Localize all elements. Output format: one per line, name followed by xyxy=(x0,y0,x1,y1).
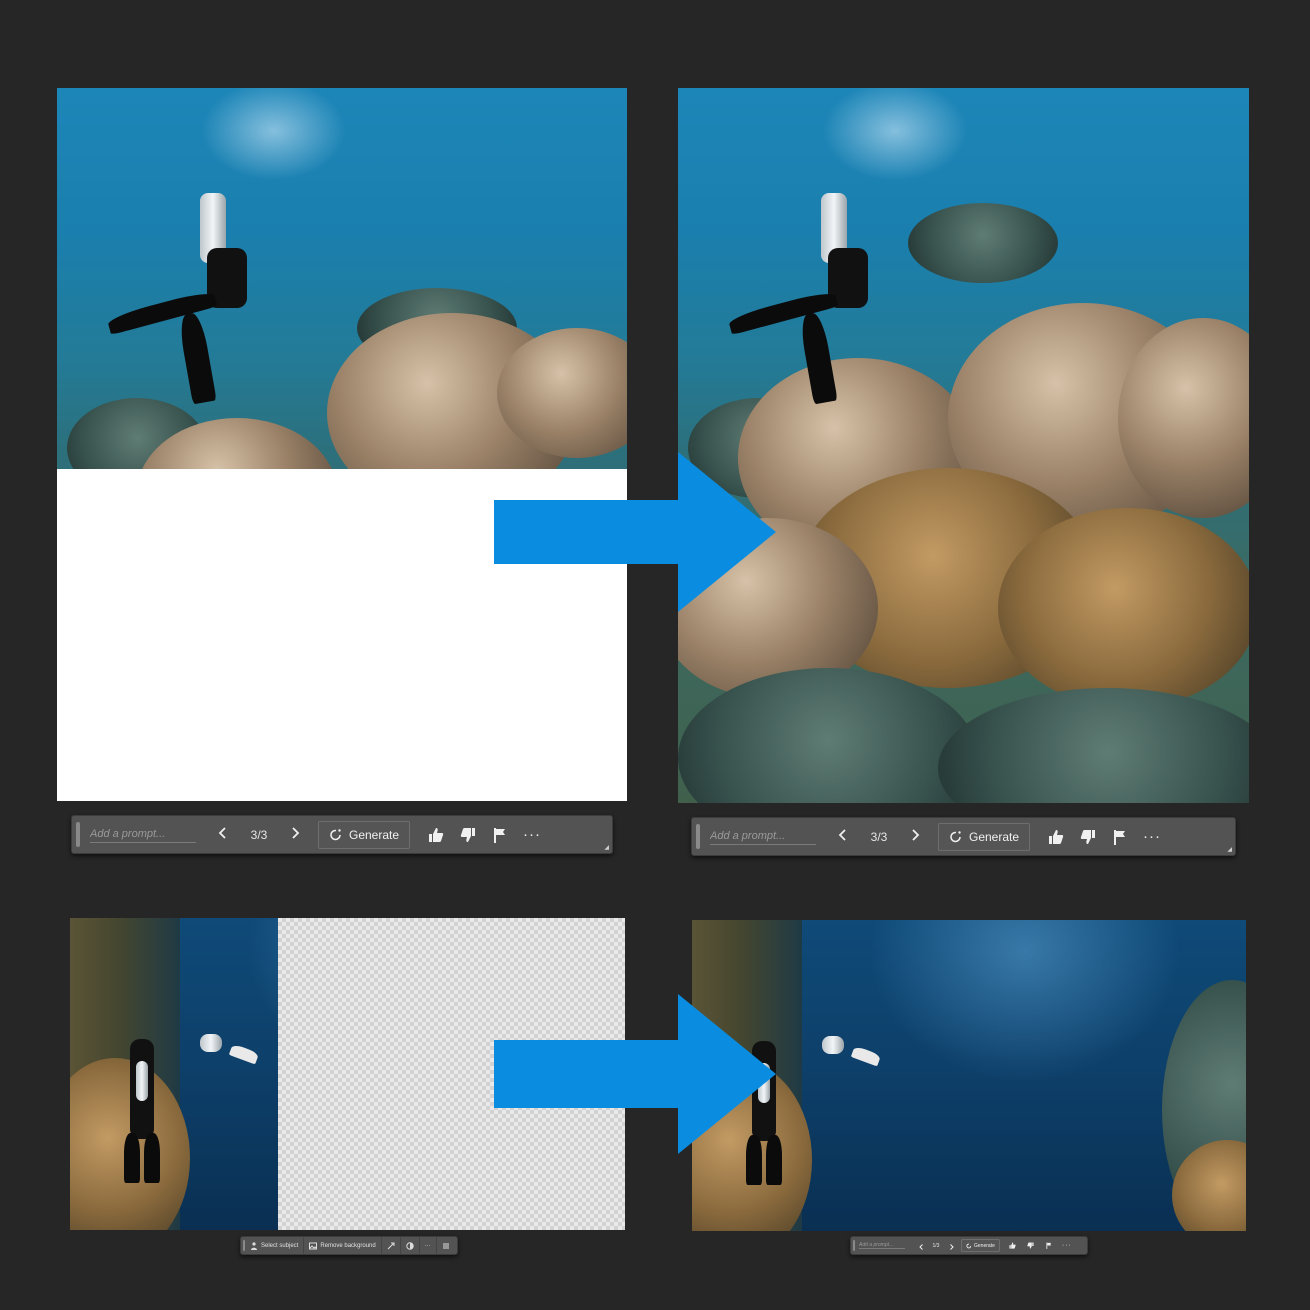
diver xyxy=(727,188,958,405)
thumbs-up-button[interactable] xyxy=(1040,829,1072,845)
adjustment-icon xyxy=(406,1241,414,1250)
more-options-button[interactable]: ··· xyxy=(516,826,548,843)
diver xyxy=(812,1030,892,1090)
drag-handle[interactable] xyxy=(76,821,80,848)
next-variation-button[interactable] xyxy=(902,828,928,845)
report-button[interactable] xyxy=(484,827,516,843)
original-image-top xyxy=(57,88,627,801)
thumbs-down-button[interactable] xyxy=(1072,829,1104,845)
adjustment-button[interactable] xyxy=(401,1237,420,1254)
chevron-right-icon xyxy=(912,829,920,841)
transform-button[interactable] xyxy=(382,1237,401,1254)
chevron-right-icon xyxy=(292,827,300,839)
contextual-taskbar-selection: Select subject Remove background ··· xyxy=(240,1236,458,1255)
prompt-input[interactable] xyxy=(859,1242,905,1249)
drag-handle[interactable] xyxy=(696,823,700,850)
image-icon xyxy=(309,1242,318,1249)
chevron-right-icon xyxy=(949,1244,954,1250)
transform-icon xyxy=(387,1242,395,1249)
corner-indicator: ◢ xyxy=(604,845,609,851)
remove-background-label: Remove background xyxy=(320,1242,376,1249)
thumbs-up-icon xyxy=(1009,1242,1017,1249)
report-button[interactable] xyxy=(1104,829,1136,845)
prompt-input[interactable] xyxy=(710,828,816,845)
flag-icon xyxy=(1046,1242,1052,1249)
previous-variation-button[interactable] xyxy=(830,828,856,845)
select-subject-button[interactable]: Select subject xyxy=(245,1237,305,1254)
next-variation-button[interactable] xyxy=(945,1237,957,1254)
remove-background-button[interactable]: Remove background xyxy=(304,1237,382,1254)
thumbs-up-button[interactable] xyxy=(1004,1242,1022,1249)
thumbs-down-icon xyxy=(1027,1242,1034,1249)
more-options-button[interactable]: ··· xyxy=(1058,1242,1076,1249)
contextual-taskbar: 3/3 Generate ··· ◢ xyxy=(691,817,1236,856)
previous-variation-button[interactable] xyxy=(210,826,236,843)
coral xyxy=(938,688,1249,803)
thumbs-down-button[interactable] xyxy=(1022,1242,1040,1249)
list-icon xyxy=(442,1243,449,1248)
chevron-left-icon xyxy=(218,827,226,839)
settings-button[interactable] xyxy=(437,1237,455,1254)
flag-icon xyxy=(1114,829,1126,845)
generate-icon xyxy=(966,1243,972,1248)
more-options-button[interactable]: ··· xyxy=(1136,828,1168,845)
arrow-right-icon xyxy=(494,452,776,612)
contextual-taskbar: 1/3 Generate ··· xyxy=(850,1236,1088,1255)
thumbs-down-icon xyxy=(460,827,476,842)
thumbs-up-icon xyxy=(429,827,444,842)
generate-button[interactable]: Generate xyxy=(938,822,1031,851)
report-button[interactable] xyxy=(1040,1242,1058,1249)
select-subject-label: Select subject xyxy=(261,1242,299,1249)
person-icon xyxy=(251,1241,257,1250)
corner-indicator: ◢ xyxy=(1227,847,1232,853)
flag-icon xyxy=(494,827,506,843)
generate-button[interactable]: Generate xyxy=(318,820,411,849)
coral xyxy=(998,508,1249,708)
thumbs-up-button[interactable] xyxy=(420,827,452,843)
prompt-input[interactable] xyxy=(90,826,196,843)
thumbs-down-button[interactable] xyxy=(452,827,484,843)
drag-handle[interactable] xyxy=(853,1239,855,1252)
more-options-button[interactable]: ··· xyxy=(420,1237,437,1254)
variation-counter: 1/3 xyxy=(932,1242,940,1249)
previous-variation-button[interactable] xyxy=(915,1237,927,1254)
generate-icon xyxy=(950,830,961,842)
expanded-image-top xyxy=(678,88,1249,803)
thumbs-down-icon xyxy=(1080,829,1096,844)
diver xyxy=(190,1028,270,1088)
variation-counter: 3/3 xyxy=(870,829,888,844)
contextual-taskbar: 3/3 Generate ··· ◢ xyxy=(71,815,613,854)
generate-label: Generate xyxy=(974,1242,995,1249)
thumbs-up-icon xyxy=(1049,829,1064,844)
next-variation-button[interactable] xyxy=(282,826,308,843)
variation-counter: 3/3 xyxy=(250,827,268,842)
chevron-left-icon xyxy=(918,1244,923,1250)
generate-label: Generate xyxy=(969,829,1020,844)
arrow-right-icon xyxy=(494,994,776,1154)
generate-label: Generate xyxy=(349,827,400,842)
chevron-left-icon xyxy=(838,829,846,841)
generate-icon xyxy=(330,828,341,840)
diver xyxy=(106,188,337,405)
generate-button[interactable]: Generate xyxy=(961,1239,1000,1252)
